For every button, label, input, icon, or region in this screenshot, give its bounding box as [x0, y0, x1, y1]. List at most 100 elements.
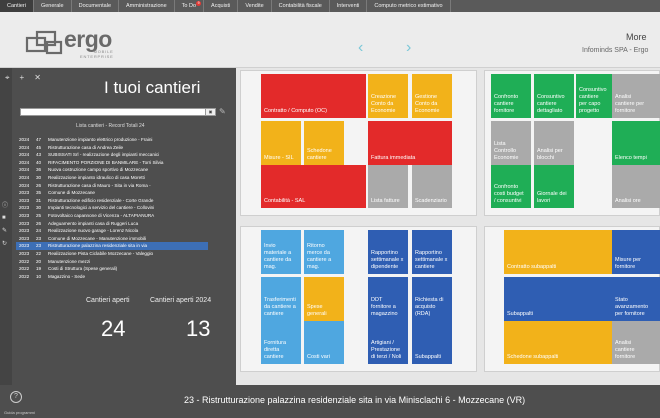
- list-item[interactable]: 2024 30 Realizzazione impianto idraulico d…: [16, 174, 208, 182]
- tile-label: Lista Controllo Economie: [494, 141, 519, 161]
- tile-giornale-dei-lavori[interactable]: Giornale dei lavori: [534, 165, 574, 208]
- edit-icon[interactable]: ✎: [2, 227, 8, 234]
- project-description: Ristrutturazione casa di Mauro - Sita in…: [48, 182, 151, 188]
- menu-amministrazione[interactable]: Amministrazione: [119, 0, 175, 12]
- menu-generale[interactable]: Generale: [34, 0, 72, 12]
- menu-todo[interactable]: To Do 9: [175, 0, 205, 12]
- tile-consuntivo-cantiere-dettagliato[interactable]: Consuntivo cantiere dettagliato: [534, 74, 574, 118]
- tile-elenco-tempi[interactable]: Elenco tempi: [612, 121, 660, 165]
- list-item[interactable]: 2022 20 Manutenzione mezzi: [16, 258, 208, 266]
- list-item[interactable]: 2024 45 Ristrutturazione casa di Andrea Ze…: [16, 144, 208, 152]
- tile-lista-fatture[interactable]: Lista fatture: [368, 165, 408, 208]
- tools-icon[interactable]: ✕: [34, 73, 41, 83]
- project-description: Manutenzione mezzi: [48, 258, 91, 264]
- tile-consuntivo-cantiere-per-capo-progetto[interactable]: Consuntivo cantiere per capo progetto: [576, 74, 616, 118]
- list-item[interactable]: 2023 35 Comune di Mozzecane: [16, 189, 208, 197]
- tile-ddt-fornitore-a-magazzino[interactable]: DDT fornitore a magazzino: [368, 277, 408, 321]
- list-item[interactable]: 2024 47 Manutenzione impianto elettrico pr…: [16, 136, 208, 144]
- tile-schedone-subappalti[interactable]: Schedone subappalti: [504, 321, 613, 364]
- list-item[interactable]: 2024 26 Ristrutturazione casa di Mauro - S…: [16, 182, 208, 190]
- tile-creazione-conto-da-economie[interactable]: Creazione Conto da Economie: [368, 74, 408, 118]
- chevron-right-icon[interactable]: ›: [406, 40, 411, 56]
- tile-misure-per-fornitore[interactable]: Misure per fornitore: [612, 230, 660, 274]
- tile-label: Lista fatture: [371, 198, 400, 204]
- project-number: 19: [36, 266, 42, 272]
- tile-contabilit-sal[interactable]: Contabilità - SAL: [261, 165, 366, 208]
- tile-misure-sil[interactable]: Misure - SIL: [261, 121, 301, 165]
- list-item[interactable]: 2023 23 Comune di Mozzecane - Manutenzione…: [16, 235, 208, 243]
- edit-icon[interactable]: ✎: [219, 107, 226, 116]
- tile-label: Elenco tempi: [615, 155, 647, 161]
- tile-richiesta-di-acquisto-rda[interactable]: Richiesta di acquisto (RDA): [412, 277, 452, 321]
- lock-icon[interactable]: ■: [2, 215, 8, 221]
- tile-costi-vari[interactable]: Costi vari: [304, 321, 344, 364]
- menu-acquisti[interactable]: Acquisti: [204, 0, 239, 12]
- list-item[interactable]: 2023 31 Ristrutturazione edificio residenz…: [16, 197, 208, 205]
- project-number: 23: [36, 235, 42, 241]
- project-year: 2023: [19, 243, 30, 249]
- help-icon[interactable]: ?: [10, 391, 22, 403]
- tile-fattura-immediata[interactable]: Fattura immediata: [368, 121, 452, 165]
- more-label[interactable]: More: [626, 32, 647, 42]
- project-description: Fotovoltaico capannone di Vicenza - ALTA…: [48, 212, 155, 218]
- list-item[interactable]: 2024 36 Nuova costruzione campo sportivo d…: [16, 166, 208, 174]
- tile-analisi-per-blocchi[interactable]: Analisi per blocchi: [534, 121, 574, 165]
- list-item[interactable]: 2023 26 Adeguamento impianti casa di Rugge…: [16, 220, 208, 228]
- info-icon[interactable]: ⓘ: [2, 200, 8, 209]
- project-number: 30: [36, 174, 42, 180]
- tile-contratto-subappalti[interactable]: Contratto subappalti: [504, 230, 613, 274]
- tile-analisi-cantiere-per-fornitore[interactable]: Analisi cantiere per fornitore: [612, 74, 660, 118]
- list-item[interactable]: 2023 30 Impianti tecnologici a servizio de…: [16, 204, 208, 212]
- tile-rapportino-settimanale-x-dipendente[interactable]: Rapportino settimanale x dipendente: [368, 230, 408, 274]
- tile-label: Stato avanzamento per fornitore: [615, 297, 649, 317]
- chevron-left-icon[interactable]: ‹: [358, 40, 363, 56]
- tile-label: Analisi per blocchi: [537, 148, 563, 161]
- list-item[interactable]: 2023 24 Realizzazione nuovo garage - Loren…: [16, 227, 208, 235]
- tile-label: DDT fornitore a magazzino: [371, 297, 398, 317]
- tile-ritorno-merce-da-cantiere-a-mag[interactable]: Ritorno merce da cantiere a mag.: [304, 230, 344, 274]
- refresh-icon[interactable]: ↻: [2, 240, 8, 247]
- list-item[interactable]: 2023 25 Fotovoltaico capannone di Vicenza …: [16, 212, 208, 220]
- tile-subappalti[interactable]: Subappalti: [504, 277, 613, 321]
- menu-contabilita-fiscale[interactable]: Contabilità fiscale: [272, 0, 330, 12]
- tile-analisi-ore[interactable]: Analisi ore: [612, 165, 660, 208]
- tile-confronto-costi-budget-consuntivi[interactable]: Confronto costi budget / consuntivi: [491, 165, 531, 208]
- tile-label: Analisi ore: [615, 198, 641, 204]
- tile-confronto-cantiere-fornitore[interactable]: Confronto cantiere fornitore: [491, 74, 531, 118]
- tile-rapportino-settimanale-x-cantiere[interactable]: Rapportino settimanale x cantiere: [412, 230, 452, 274]
- tile-trasferimenti-da-cantiere-a-cantiere[interactable]: Trasferimenti da cantiere a cantiere: [261, 277, 301, 321]
- project-year: 2023: [19, 250, 30, 256]
- list-item[interactable]: 2024 40 RIFACIMENTO PORZIONE DI BANMILARE …: [16, 159, 208, 167]
- menu-vendite[interactable]: Vendite: [238, 0, 272, 12]
- tile-subappalti[interactable]: Subappalti: [412, 321, 452, 364]
- tile-fornitura-diretta-cantiere[interactable]: Fornitura diretta cantiere: [261, 321, 301, 364]
- tile-invio-materiale-a-cantiere-da-mag[interactable]: Invio materiale a cantiere da mag.: [261, 230, 301, 274]
- status-text: 23 - Ristrutturazione palazzina residenz…: [184, 395, 526, 405]
- tile-gestione-conto-da-economie[interactable]: Gestione Conto da Economie: [412, 74, 452, 118]
- menu-documentale[interactable]: Documentale: [72, 0, 120, 12]
- tile-schedone-cantiere[interactable]: Schedone cantiere: [304, 121, 344, 165]
- menu-interventi[interactable]: Interventi: [330, 0, 368, 12]
- list-item[interactable]: 2023 22 Realizzazione Pista Ciclabile Mozz…: [16, 250, 208, 258]
- tile-scadenziario[interactable]: Scadenziario: [412, 165, 452, 208]
- menu-cantieri[interactable]: Cantieri: [0, 0, 34, 12]
- search-input[interactable]: ▣: [20, 108, 216, 116]
- list-item[interactable]: 2022 19 Costi di Struttura (Spese generali…: [16, 265, 208, 273]
- tile-analisi-cantiere-fornitore[interactable]: Analisi cantiere fornitore: [612, 321, 660, 364]
- list-item[interactable]: 2024 43 SUBISSATI Srl - realizzazione degl…: [16, 151, 208, 159]
- projects-list: 2024 47 Manutenzione impianto elettrico pr…: [16, 136, 208, 280]
- project-year: 2024: [19, 182, 30, 188]
- tile-spese-generali[interactable]: Spese generali: [304, 277, 344, 321]
- tile-contratto-computo-oc[interactable]: Contratto / Computo (OC): [261, 74, 366, 118]
- tile-stato-avanzamento-per-fornitore[interactable]: Stato avanzamento per fornitore: [612, 277, 660, 321]
- list-item[interactable]: 2023 23 Ristrutturazione palazzina residen…: [16, 242, 208, 250]
- list-item[interactable]: 2022 10 Magazzino - Sede: [16, 273, 208, 281]
- tile-artigiani-prestazione-di-terzi-noli[interactable]: Artigiani / Prestazione di terzi / Noli: [368, 321, 408, 364]
- tile-label: Fornitura diretta cantiere: [264, 340, 287, 360]
- pin-icon[interactable]: ⌖: [5, 73, 10, 83]
- project-number: 24: [36, 228, 42, 234]
- add-icon[interactable]: +: [20, 73, 25, 83]
- menu-computo-metrico[interactable]: Computo metrico estimativo: [367, 0, 451, 12]
- tile-lista-controllo-economie[interactable]: Lista Controllo Economie: [491, 121, 531, 165]
- toggle-icon[interactable]: ▣: [205, 109, 215, 115]
